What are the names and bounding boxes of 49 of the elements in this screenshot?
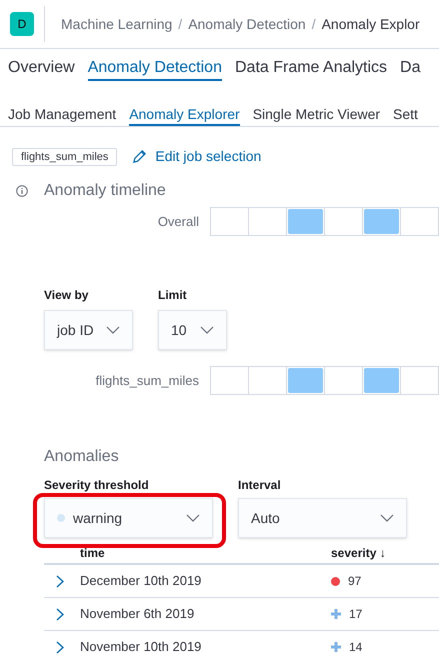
select-field[interactable]: 10	[158, 310, 227, 350]
time-cell-text: November 6th 2019	[80, 605, 196, 624]
swimlane-label: Overall	[156, 212, 200, 231]
chevron-down-icon	[186, 514, 200, 522]
heatmap-cell[interactable]	[287, 208, 325, 235]
breadcrumb-separator: /	[178, 14, 182, 34]
severity-score: 97	[348, 573, 362, 590]
time-cell-text: November 10th 2019	[80, 638, 202, 656]
tab[interactable]: Overview	[8, 56, 75, 81]
tab[interactable]: Anomaly Explorer	[129, 104, 240, 126]
section-title: Anomalies	[44, 448, 119, 465]
expand-icon[interactable]	[56, 640, 64, 654]
breadcrumb[interactable]: Anomaly Detection	[188, 14, 306, 34]
heatmap-cell[interactable]	[287, 367, 325, 394]
pencil-icon	[132, 149, 148, 164]
job-badge[interactable]: flights_sum_miles	[12, 148, 118, 166]
section-title: Anomaly timeline	[44, 181, 166, 201]
field-label: Limit	[158, 287, 188, 304]
chevron-down-icon	[106, 326, 120, 334]
avatar[interactable]: D	[10, 12, 34, 36]
tab[interactable]: Single Metric Viewer	[252, 104, 380, 126]
breadcrumb[interactable]: Anomaly Explor	[322, 14, 420, 34]
column-header[interactable]: time	[80, 544, 331, 562]
expand-icon[interactable]	[56, 608, 64, 620]
column-header[interactable]: severity ↓	[331, 544, 386, 562]
severity-score: 17	[349, 606, 362, 623]
info-icon[interactable]	[16, 185, 28, 197]
swimlane-label: flights_sum_miles	[94, 372, 200, 390]
breadcrumb[interactable]: Machine Learning	[61, 14, 172, 34]
field-label: Severity threshold	[44, 478, 150, 492]
expand-icon[interactable]	[56, 574, 64, 588]
heatmap-cell[interactable]	[363, 367, 401, 394]
select-field[interactable]: Auto	[238, 498, 407, 538]
edit-job-link[interactable]: Edit job selection	[132, 146, 262, 167]
chevron-down-icon	[380, 514, 394, 522]
tab[interactable]: Data Frame Analytics	[234, 56, 388, 81]
select-field[interactable]: job ID	[44, 310, 133, 350]
severity-score: 14	[349, 639, 362, 656]
select-field[interactable]: warning	[44, 498, 213, 538]
heatmap-cell[interactable]	[363, 208, 401, 235]
field-label: Interval	[238, 478, 282, 492]
breadcrumb-separator: /	[312, 14, 316, 34]
time-cell-text: December 10th 2019	[80, 572, 202, 590]
tab[interactable]: Anomaly Detection	[88, 56, 222, 81]
chevron-down-icon	[200, 326, 214, 334]
tab[interactable]: Sett	[393, 104, 418, 126]
field-label: View by	[44, 287, 90, 304]
tab[interactable]: Job Management	[8, 104, 116, 126]
tab[interactable]: Da	[400, 56, 420, 81]
